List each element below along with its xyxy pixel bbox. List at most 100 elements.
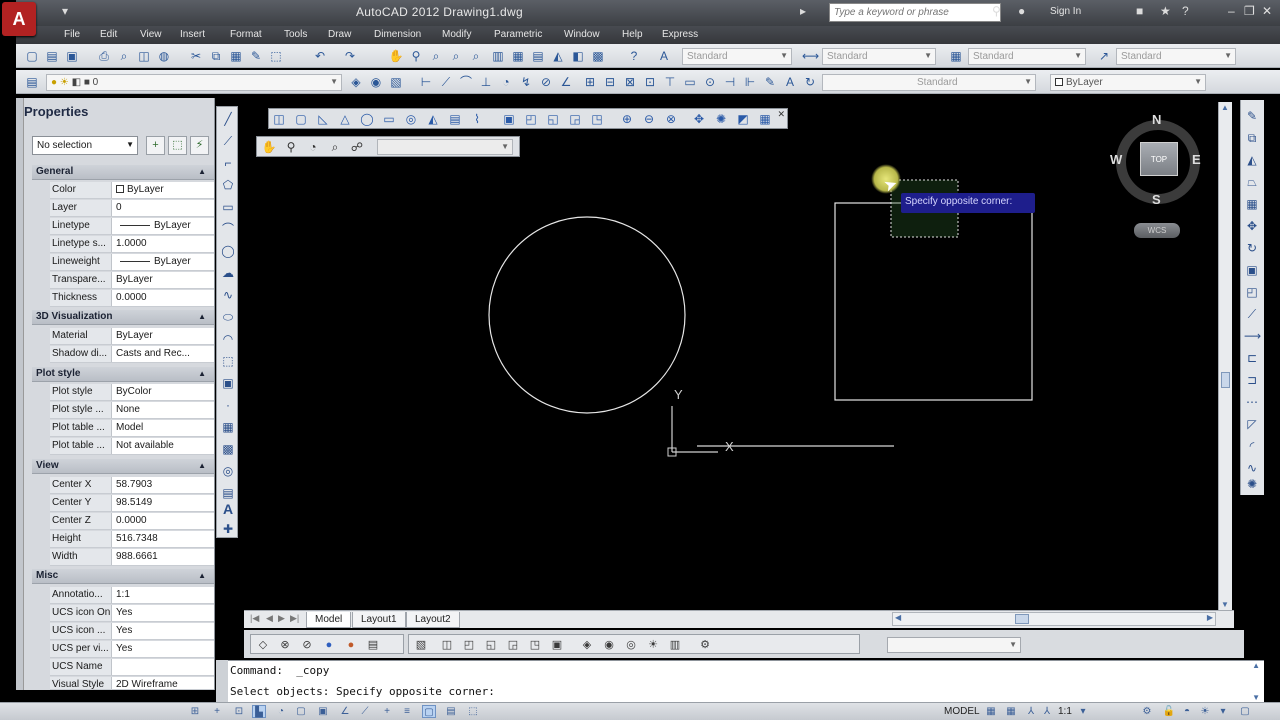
- plot-icon[interactable]: ◍: [156, 48, 172, 64]
- markup-icon[interactable]: ◧: [570, 48, 586, 64]
- angular-icon[interactable]: ∠: [558, 74, 574, 90]
- quick-view-layouts-icon[interactable]: ▦: [984, 705, 998, 718]
- zoom-icon[interactable]: ⚲: [283, 139, 299, 155]
- scroll-left-icon[interactable]: ◀: [895, 613, 901, 622]
- restore-icon[interactable]: ❐: [1244, 4, 1255, 18]
- mleader-style-icon[interactable]: ↗: [1096, 48, 1112, 64]
- scroll-up-icon[interactable]: ▲: [1252, 661, 1260, 670]
- move-icon[interactable]: ✥: [1244, 218, 1260, 234]
- binoculars-icon[interactable]: ⚲: [992, 4, 1001, 18]
- menu-view[interactable]: View: [140, 29, 162, 40]
- quick-access-dropdown-icon[interactable]: ▾: [62, 4, 68, 18]
- circle-icon[interactable]: ◯: [220, 243, 236, 259]
- 3d-array-icon[interactable]: ▦: [757, 111, 773, 127]
- lineweight-icon[interactable]: ≡: [400, 705, 414, 718]
- prop-row[interactable]: Width 988.6661: [50, 549, 214, 566]
- isolate-objects-icon[interactable]: ☀: [1198, 705, 1212, 718]
- viewcube-top-face[interactable]: TOP: [1140, 142, 1178, 176]
- view-select[interactable]: ▼: [377, 139, 513, 155]
- object-snap-icon[interactable]: ▢: [294, 705, 308, 718]
- hidden-icon[interactable]: ⊘: [299, 637, 315, 653]
- wcs-menu-button[interactable]: WCS: [1134, 223, 1180, 238]
- color-select[interactable]: ByLayer ▼: [1050, 74, 1206, 91]
- mleader-style-select[interactable]: Standard ▼: [1116, 48, 1236, 65]
- line-icon[interactable]: ╱: [220, 111, 236, 127]
- layer-properties-icon[interactable]: ▤: [24, 74, 40, 90]
- object-snap-tracking-icon[interactable]: ∠: [338, 705, 352, 718]
- 3d-rotate-icon[interactable]: ✺: [713, 111, 729, 127]
- collapse-icon[interactable]: ▲: [198, 369, 206, 378]
- add-selected-icon[interactable]: ✚: [220, 521, 236, 537]
- next-tab-icon[interactable]: ▶: [278, 613, 285, 624]
- union-icon[interactable]: ⊕: [619, 111, 635, 127]
- menu-file[interactable]: File: [64, 29, 80, 40]
- visual-style-select[interactable]: Standard ▼: [822, 74, 1036, 91]
- radius-icon[interactable]: ◔: [498, 74, 514, 90]
- 3d-move-icon[interactable]: ✥: [691, 111, 707, 127]
- prop-row[interactable]: Center Y 98.5149: [50, 495, 214, 512]
- dim-update-icon[interactable]: ↻: [802, 74, 818, 90]
- break-icon[interactable]: ⊤: [662, 74, 678, 90]
- prop-row[interactable]: Material ByLayer: [50, 328, 214, 345]
- section-misc[interactable]: Misc ▲: [32, 569, 214, 584]
- scroll-up-icon[interactable]: ▲: [1221, 103, 1229, 112]
- rectangle-icon[interactable]: ▭: [220, 199, 236, 215]
- toggle-pickadd-icon[interactable]: +: [146, 136, 165, 155]
- prop-row[interactable]: Shadow di... Casts and Rec...: [50, 346, 214, 363]
- stretch-icon[interactable]: ◰: [1244, 284, 1260, 300]
- ellipse-icon[interactable]: ⬭: [220, 309, 236, 325]
- planar-surface-icon[interactable]: ▤: [447, 111, 463, 127]
- redo-icon[interactable]: ↷: [342, 48, 358, 64]
- prop-row[interactable]: Plot table ... Model: [50, 420, 214, 437]
- table-style-select[interactable]: Standard ▼: [968, 48, 1086, 65]
- prop-row[interactable]: Plot style ... None: [50, 402, 214, 419]
- blend-curves-icon[interactable]: ∿: [1244, 460, 1260, 476]
- scroll-down-icon[interactable]: ▼: [1252, 693, 1260, 702]
- menu-draw[interactable]: Draw: [328, 29, 351, 40]
- conceptual-icon[interactable]: ●: [343, 637, 359, 653]
- close-icon[interactable]: ✕: [1262, 4, 1272, 18]
- search-input[interactable]: [829, 3, 1001, 22]
- snap-mode-icon[interactable]: +: [210, 705, 224, 718]
- menu-help[interactable]: Help: [622, 29, 643, 40]
- minimize-icon[interactable]: –: [1228, 4, 1235, 18]
- user-icon[interactable]: ●: [1018, 4, 1025, 18]
- box-tool-icon[interactable]: ◫: [439, 637, 455, 653]
- dim-style-icon[interactable]: ⟷: [802, 48, 819, 64]
- undo-icon[interactable]: ↶: [312, 48, 328, 64]
- menu-window[interactable]: Window: [564, 29, 600, 40]
- quick-select-icon[interactable]: ⚡: [190, 136, 209, 155]
- point-icon[interactable]: ·: [220, 397, 236, 413]
- menu-insert[interactable]: Insert: [180, 29, 205, 40]
- chamfer-icon[interactable]: ◸: [1244, 416, 1260, 432]
- dim-text-edit-icon[interactable]: A: [782, 74, 798, 90]
- ellipse-arc-icon[interactable]: ◠: [220, 331, 236, 347]
- selection-select[interactable]: No selection ▼: [32, 136, 138, 155]
- zoom-window-icon[interactable]: ⌕: [327, 139, 343, 155]
- zoom-window-icon[interactable]: ⌕: [428, 48, 444, 64]
- help-icon[interactable]: ?: [1182, 4, 1189, 18]
- prop-row[interactable]: Lineweight ByLayer: [50, 254, 214, 271]
- subtract-icon[interactable]: ⊖: [641, 111, 657, 127]
- cone-icon[interactable]: △: [337, 111, 353, 127]
- block-editor-icon[interactable]: ⬚: [268, 48, 284, 64]
- table-style-icon[interactable]: ▦: [948, 48, 964, 64]
- command-window[interactable]: Command: _copy Select objects: Specify o…: [216, 660, 1264, 702]
- prop-row[interactable]: Color ByLayer: [50, 182, 214, 199]
- menu-edit[interactable]: Edit: [100, 29, 117, 40]
- text-style-icon[interactable]: A: [656, 48, 672, 64]
- section-3d-visualization[interactable]: 3D Visualization ▲: [32, 310, 214, 325]
- 3d-object-snap-icon[interactable]: ▣: [316, 705, 330, 718]
- cone-tool-icon[interactable]: ◱: [483, 637, 499, 653]
- close-icon[interactable]: ✕: [777, 109, 785, 120]
- save-icon[interactable]: ▣: [64, 48, 80, 64]
- quick-dimension-icon[interactable]: ⊞: [582, 74, 598, 90]
- materials-icon[interactable]: ◉: [601, 637, 617, 653]
- space-icon[interactable]: ⊡: [642, 74, 658, 90]
- menu-express[interactable]: Express: [662, 29, 698, 40]
- vertical-scrollbar[interactable]: ▲ ▼: [1218, 102, 1232, 610]
- star-icon[interactable]: ★: [1160, 4, 1171, 18]
- sign-in-link[interactable]: Sign In: [1050, 6, 1081, 17]
- tolerance-icon[interactable]: ▭: [682, 74, 698, 90]
- camera-icon[interactable]: ◎: [623, 637, 639, 653]
